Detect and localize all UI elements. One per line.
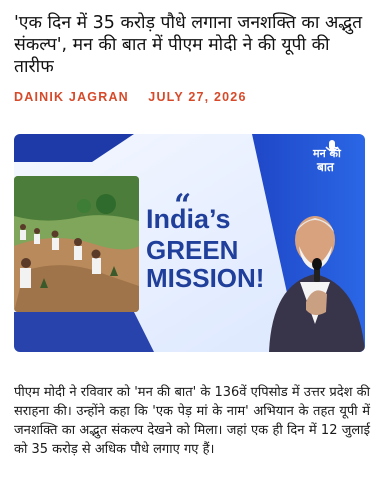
hero-title-line3: MISSION! — [146, 263, 265, 293]
mann-ki-baat-logo: मन की बात — [307, 138, 357, 178]
hero-title-line2: GREEN — [146, 235, 239, 265]
article-headline[interactable]: 'एक दिन में 35 करोड़ पौधे लगाना जनशक्ति … — [14, 12, 370, 78]
article-meta: DAINIK JAGRAN JULY 27, 2026 — [14, 90, 247, 104]
hero-title-line1: India’s — [146, 204, 231, 234]
logo-text-line2: बात — [317, 160, 334, 174]
plantation-photo — [14, 176, 139, 312]
publish-date: JULY 27, 2026 — [148, 90, 247, 104]
article-body: पीएम मोदी ने रविवार को 'मन की बात' के 13… — [14, 385, 370, 457]
source-name[interactable]: DAINIK JAGRAN — [14, 90, 129, 104]
hero-image[interactable]: “ India’s GREEN MISSION! मन की बात — [14, 134, 365, 352]
